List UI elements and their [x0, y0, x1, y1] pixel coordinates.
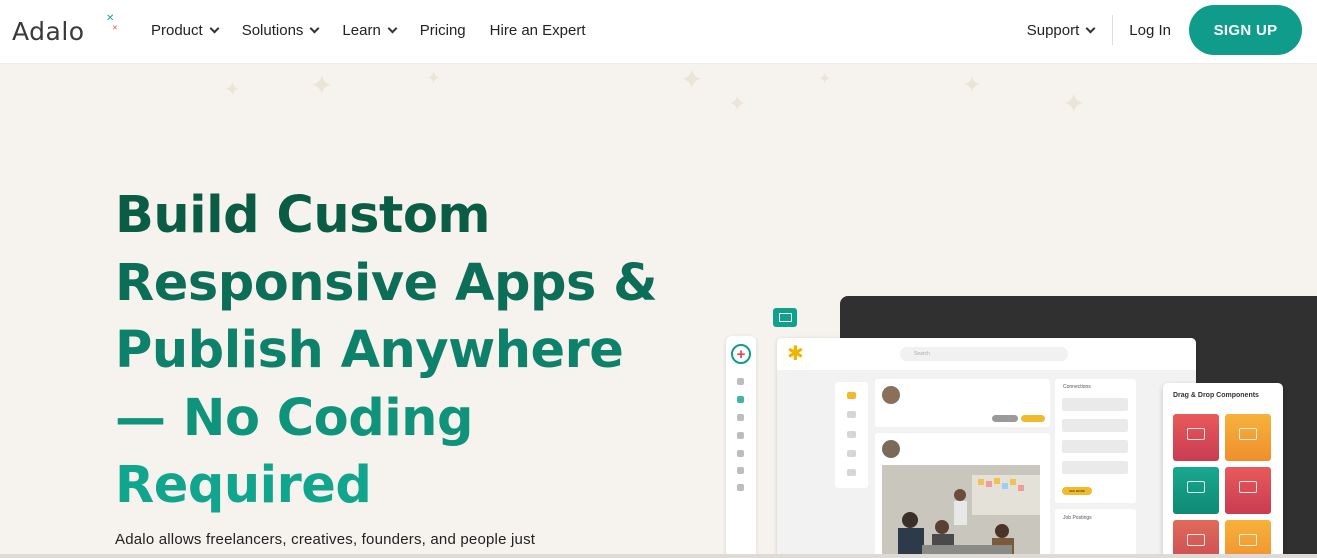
avatar	[882, 386, 900, 404]
settings-icon	[847, 469, 856, 476]
mail-icon	[847, 431, 856, 438]
screens-icon	[737, 396, 744, 403]
nav-item-label: Solutions	[241, 21, 304, 39]
hero-title-line: Responsive Apps &	[115, 253, 658, 313]
nav-item-label: Hire an Expert	[489, 21, 586, 39]
top-navbar: Adalo ✕ ✕ Product Solutions Learn Pricin…	[0, 0, 1317, 64]
see-more-button: SEE MORE	[1062, 487, 1092, 495]
avatar	[882, 440, 900, 458]
nav-item-label: Support	[1026, 21, 1080, 39]
nav-item-label: Learn	[342, 21, 381, 39]
sparkle-icon: ✦	[224, 79, 241, 101]
mockup-team-photo	[882, 465, 1040, 558]
mockup-row	[1062, 419, 1128, 432]
mockup-app-window: ✱ Search Connections SEE MORE Job Postin…	[777, 338, 1196, 558]
logo-spark-icon: ✕	[106, 13, 115, 24]
copy-icon	[737, 484, 744, 491]
logo-wordmark: Adalo	[12, 17, 85, 46]
database-icon	[737, 414, 744, 421]
mockup-pill	[992, 415, 1018, 422]
chevron-down-icon	[209, 23, 220, 33]
component-tile	[1173, 414, 1219, 461]
nav-item-product[interactable]: Product	[151, 21, 220, 39]
sparkle-icon: ✦	[962, 72, 983, 99]
mockup-post-card	[875, 379, 1050, 427]
mockup-search: Search	[900, 347, 1068, 361]
video-icon	[1239, 481, 1257, 493]
hero-title-line: Publish Anywhere	[115, 321, 624, 380]
hero-title: Build Custom Responsive Apps & Publish A…	[115, 182, 675, 520]
mockup-row	[1062, 461, 1128, 474]
mockup-row	[1062, 440, 1128, 453]
home-icon	[847, 392, 856, 399]
mockup-toolbar: +	[726, 336, 756, 558]
hero-subtitle: Adalo allows freelancers, creatives, fou…	[115, 531, 536, 548]
decorative-stars: ✦ ✦ ✦ ✦ ✦ ✦ ✦ ✦	[0, 64, 1317, 164]
nav-item-solutions[interactable]: Solutions	[241, 21, 320, 39]
nav-item-support[interactable]: Support	[1026, 21, 1096, 39]
palette-icon	[737, 378, 744, 385]
drag-drop-title: Drag & Drop Components	[1173, 392, 1259, 399]
jobs-title: Job Postings	[1063, 515, 1092, 521]
mockup-jobs-card: Job Postings	[1055, 509, 1136, 558]
button-icon	[1239, 428, 1257, 440]
sparkle-icon: ✦	[680, 64, 704, 95]
component-tile	[1225, 467, 1271, 514]
hero-title-line: Required	[115, 456, 372, 515]
page-bottom-edge	[0, 554, 1317, 558]
nav-item-pricing[interactable]: Pricing	[420, 22, 466, 39]
drag-drop-panel: Drag & Drop Components	[1163, 383, 1283, 558]
mockup-row	[1062, 398, 1128, 411]
login-link[interactable]: Log In	[1129, 22, 1171, 39]
card-icon	[1187, 534, 1205, 546]
main-nav: Product Solutions Learn Pricing Hire an …	[151, 0, 610, 60]
component-tile	[1173, 520, 1219, 558]
mockup-app-header: ✱ Search	[777, 338, 1196, 370]
publish-icon	[737, 450, 744, 457]
code-icon	[737, 467, 744, 474]
mockup-connections-card: Connections SEE MORE	[1055, 379, 1136, 503]
nav-divider	[1112, 15, 1114, 45]
mockup-post-card	[875, 433, 1050, 558]
component-tile	[1225, 414, 1271, 461]
hero-title-line: Build Custom	[115, 186, 491, 245]
form-icon	[1187, 481, 1205, 493]
sparkle-icon: ✦	[728, 91, 747, 116]
nav-item-label: Product	[151, 21, 203, 39]
component-tile	[1173, 467, 1219, 514]
nav-right: Support Log In SIGN UP	[1027, 5, 1302, 55]
nav-item-hire-expert[interactable]: Hire an Expert	[490, 22, 586, 39]
sparkle-icon: ✦	[426, 68, 442, 88]
user-icon	[847, 450, 856, 457]
image-list-icon	[1187, 428, 1205, 440]
logo-spark-icon: ✕	[112, 25, 118, 32]
component-tile	[1225, 520, 1271, 558]
sparkle-icon: ✦	[818, 71, 832, 88]
sparkle-icon: ✦	[310, 70, 334, 101]
connections-title: Connections	[1063, 384, 1091, 390]
chevron-down-icon	[1085, 23, 1096, 33]
desktop-icon	[773, 308, 797, 327]
gallery-icon	[1239, 534, 1257, 546]
app-logo-icon: ✱	[787, 343, 804, 365]
chevron-down-icon	[309, 23, 320, 33]
nav-item-learn[interactable]: Learn	[342, 21, 398, 39]
sparkle-icon: ✦	[1062, 88, 1086, 119]
mockup-side-nav	[835, 382, 868, 488]
add-icon: +	[731, 344, 751, 364]
team-photo-illustration	[882, 465, 1040, 558]
chat-icon	[847, 411, 856, 418]
nav-item-label: Pricing	[419, 21, 466, 39]
signup-button[interactable]: SIGN UP	[1189, 5, 1302, 55]
hero-title-line: — No Coding	[115, 388, 474, 448]
settings-icon	[737, 432, 744, 439]
mockup-pill	[1021, 415, 1045, 422]
chevron-down-icon	[387, 23, 398, 33]
